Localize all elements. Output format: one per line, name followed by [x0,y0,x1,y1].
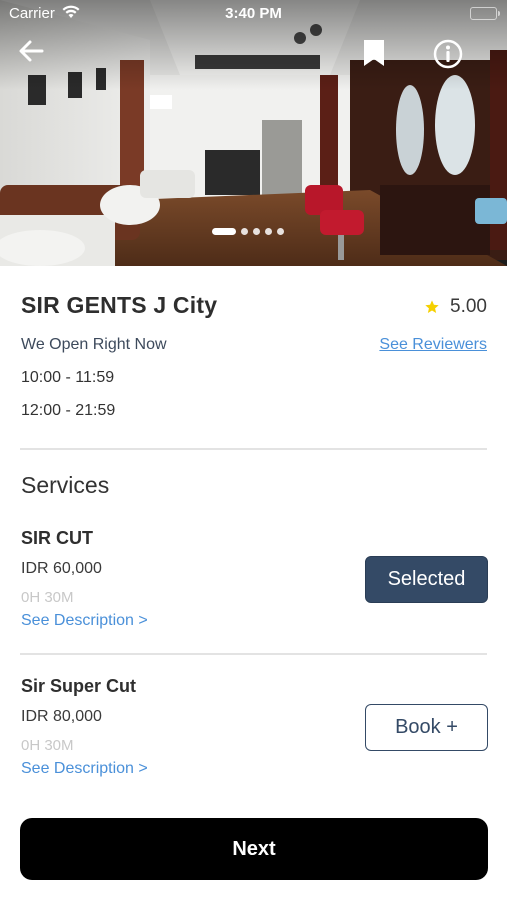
service-price: IDR 60,000 [21,560,102,577]
photo-pagination[interactable] [212,228,284,235]
services-title: Services [21,472,110,498]
divider [20,448,487,450]
info-button[interactable] [433,39,473,79]
pagination-dot[interactable] [241,228,248,235]
service-name: Sir Super Cut [21,676,137,696]
info-icon [433,39,463,69]
see-description-link[interactable]: See Description > [21,760,148,778]
pagination-dot[interactable] [277,228,284,235]
next-button[interactable]: Next [20,818,488,880]
status-time: 3:40 PM [225,5,282,22]
service-price: IDR 80,000 [21,708,102,725]
divider [20,653,487,655]
status-bar: Carrier 3:40 PM [0,0,507,28]
opening-hours: 12:00 - 21:59 [21,402,116,419]
open-status: We Open Right Now [21,336,167,353]
barbershop-photo [0,0,507,266]
service-duration: 0H 30M [21,737,74,754]
see-description-link[interactable]: See Description > [21,612,148,630]
see-reviewers-link[interactable]: See Reviewers [379,336,487,354]
rating-value: 5.00 [450,296,487,317]
pagination-dot[interactable] [265,228,272,235]
service-name: SIR CUT [21,528,93,548]
shop-name: SIR GENTS J City [21,292,218,318]
service-item: Sir Super Cut IDR 80,000 0H 30M See Desc… [0,674,507,804]
opening-hours: 10:00 - 11:59 [21,369,115,386]
service-item: SIR CUT IDR 60,000 0H 30M See Descriptio… [0,526,507,656]
battery-icon [470,7,500,20]
book-button[interactable]: Book + [365,704,488,751]
rating: 5.00 [424,296,487,318]
pagination-dot-active[interactable] [212,228,236,235]
star-icon [425,300,439,313]
hero-photo[interactable]: Carrier 3:40 PM [0,0,507,266]
bookmark-icon [364,40,384,66]
pagination-dot[interactable] [253,228,260,235]
arrow-left-icon [19,40,44,62]
back-button[interactable] [18,39,58,79]
selected-button[interactable]: Selected [365,556,488,603]
service-duration: 0H 30M [21,589,74,606]
bookmark-button[interactable] [363,39,403,79]
